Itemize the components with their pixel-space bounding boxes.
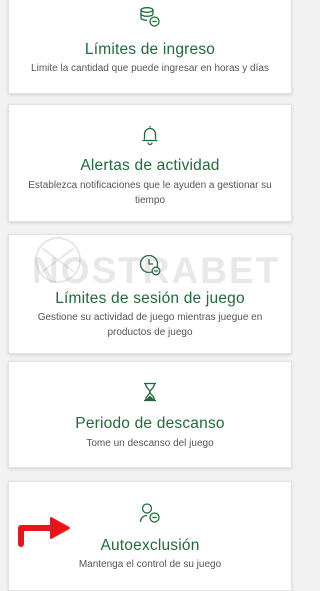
card-title: Autoexclusión: [100, 537, 200, 554]
card-title: Límites de sesión de juego: [55, 290, 245, 307]
card-title: Periodo de descanso: [75, 415, 225, 432]
card-description: Establezca notificaciones que le ayuden …: [28, 180, 272, 206]
self-exclusion-card[interactable]: Autoexclusión Mantenga el control de su …: [8, 481, 292, 591]
bell-icon: [142, 126, 158, 146]
person-minus-icon: [139, 503, 160, 523]
session-limits-card[interactable]: Límites de sesión de juego Gestione su a…: [8, 234, 292, 354]
card-description: Gestione su actividad de juego mientras …: [37, 312, 263, 338]
card-description: Limite la cantidad que puede ingresar en…: [31, 63, 269, 74]
card-title: Alertas de actividad: [80, 157, 220, 174]
card-description: Tome un descanso del juego: [86, 438, 214, 449]
break-period-card[interactable]: Periodo de descanso Tome un descanso del…: [8, 361, 292, 468]
hourglass-icon: [144, 382, 156, 402]
deposit-limits-card[interactable]: Límites de ingreso Limite la cantidad qu…: [8, 0, 292, 94]
card-title: Límites de ingreso: [84, 41, 216, 58]
activity-alerts-card[interactable]: Alertas de actividad Establezca notifica…: [8, 104, 292, 222]
coins-minus-icon: [140, 7, 160, 27]
card-description: Mantenga el control de su juego: [78, 559, 222, 570]
clock-icon: [139, 254, 161, 276]
